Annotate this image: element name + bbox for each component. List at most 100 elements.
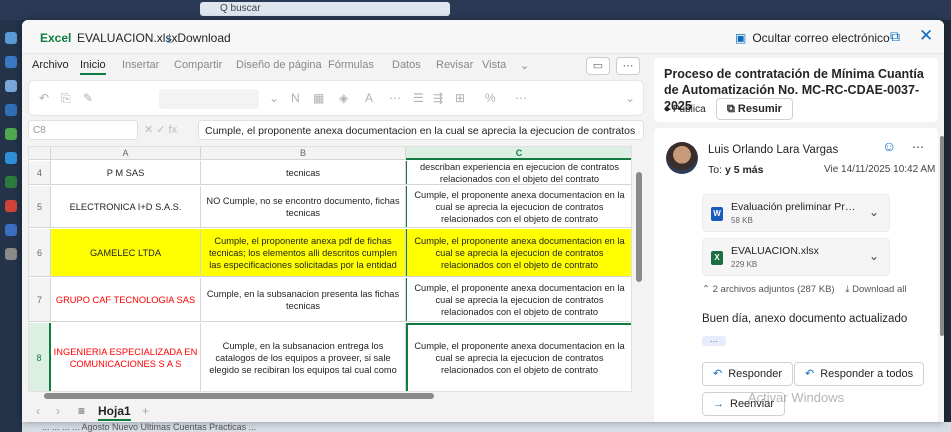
menu-archivo[interactable]: Archivo (32, 59, 69, 71)
chevron-down-icon[interactable]: ⌄ (520, 59, 529, 72)
cell-a[interactable]: P M SAS (51, 161, 201, 184)
close-icon[interactable]: ✕ (919, 26, 933, 46)
popout-icon[interactable]: ⧉ (890, 28, 900, 45)
align-icon[interactable]: ☰ (413, 91, 424, 105)
spreadsheet-grid[interactable]: A B C 4 P M SAS tecnicas describan exper… (28, 146, 632, 392)
show-trimmed-button[interactable]: … (702, 335, 726, 346)
cell-b[interactable]: Cumple, el proponente anexa pdf de ficha… (201, 229, 406, 276)
chevron-down-icon[interactable]: ⌄ (869, 249, 879, 263)
word-file-icon: W (711, 207, 723, 221)
ribbon-collapse-icon[interactable]: ⌄ (625, 91, 635, 105)
hide-email-button[interactable]: ▣ Ocultar correo electrónico (735, 31, 890, 45)
avatar[interactable] (666, 142, 698, 174)
row-number[interactable]: 4 (29, 161, 51, 184)
download-all-button[interactable]: ⤓ Download all (845, 284, 906, 295)
cell-c[interactable]: describan experiencia en ejecucion de co… (406, 161, 631, 184)
font-size-chevron-icon[interactable]: ⌄ (269, 91, 279, 105)
name-box[interactable]: C8 (28, 120, 138, 140)
todo-icon[interactable] (5, 104, 17, 116)
row-number[interactable]: 5 (29, 186, 51, 227)
fill-color-icon[interactable]: ◈ (339, 91, 348, 105)
mail-scrollbar[interactable] (940, 132, 944, 422)
scroll-thumb[interactable] (636, 172, 642, 282)
row-number[interactable]: 7 (29, 278, 51, 321)
comments-icon[interactable]: ▭ (586, 57, 610, 75)
sender-name[interactable]: Luis Orlando Lara Vargas (708, 144, 838, 156)
chevron-down-icon[interactable]: ⌄ (869, 205, 879, 219)
next-sheet-icon[interactable]: › (56, 404, 60, 418)
cell-a[interactable]: GRUPO CAF TECNOLOGIA SAS (51, 278, 201, 321)
download-button[interactable]: ⤓ Download (167, 31, 231, 46)
font-color-icon[interactable]: A (365, 91, 373, 105)
attachment-size: 58 KB (731, 216, 753, 225)
cell-b[interactable]: tecnicas (201, 161, 406, 184)
cell-b[interactable]: Cumple, en la subsanacion entrega los ca… (201, 323, 406, 391)
sheet-list-icon[interactable]: ≡ (78, 404, 85, 418)
scroll-thumb[interactable] (940, 136, 944, 336)
add-sheet-icon[interactable]: + (142, 404, 149, 418)
cell-c[interactable]: Cumple, el proponente anexa documentacio… (406, 278, 631, 321)
global-search-input[interactable]: Q buscar (200, 2, 450, 16)
number-format-icon[interactable]: % (485, 91, 496, 105)
more-actions-icon[interactable]: ⋯ (912, 140, 924, 154)
format-painter-icon[interactable]: ✎ (83, 91, 93, 105)
row-number[interactable]: 6 (29, 229, 51, 276)
column-header-b[interactable]: B (201, 147, 406, 160)
attachment-card[interactable]: W Evaluación preliminar Proces... 58 KB … (702, 194, 890, 232)
font-selector[interactable] (159, 89, 259, 109)
menu-inicio[interactable]: Inicio (80, 59, 106, 75)
more-options-icon[interactable]: ⋯ (616, 57, 640, 75)
menu-formulas[interactable]: Fórmulas (328, 59, 374, 71)
row-number[interactable]: 8 (29, 323, 51, 391)
corner-cell[interactable] (29, 147, 51, 160)
calendar-icon[interactable] (5, 56, 17, 68)
scroll-thumb[interactable] (44, 393, 434, 399)
menu-compartir[interactable]: Compartir (174, 59, 222, 71)
vertical-scrollbar[interactable] (634, 146, 644, 392)
summarize-button[interactable]: ⧉ Resumir (716, 98, 793, 120)
horizontal-scrollbar[interactable] (28, 392, 632, 400)
reply-button[interactable]: ↶ Responder (702, 362, 794, 386)
sheets-app-icon[interactable] (5, 176, 17, 188)
apps-icon[interactable] (5, 248, 17, 260)
menu-revisar[interactable]: Revisar (436, 59, 473, 71)
people-icon[interactable] (5, 80, 17, 92)
borders-icon[interactable]: ▦ (313, 91, 324, 105)
attachment-card[interactable]: X EVALUACION.xlsx 229 KB ⌄ (702, 238, 890, 276)
email-pane: Proceso de contratación de Mínima Cuantí… (650, 54, 944, 422)
bold-icon[interactable]: N (291, 91, 300, 105)
ribbon-more-icon[interactable]: ⋯ (515, 91, 527, 105)
menu-vista[interactable]: Vista (482, 59, 506, 71)
menu-diseno[interactable]: Diseño de página (236, 59, 322, 71)
word-app-icon[interactable] (5, 224, 17, 236)
mail-icon[interactable] (5, 32, 17, 44)
wrap-icon[interactable]: ⇶ (433, 91, 443, 105)
cell-b[interactable]: Cumple, en la subsanacion presenta las f… (201, 278, 406, 321)
prev-sheet-icon[interactable]: ‹ (36, 404, 40, 418)
powerpoint-app-icon[interactable] (5, 200, 17, 212)
excel-app-icon[interactable] (5, 128, 17, 140)
more-format-icon[interactable]: ⋯ (389, 91, 401, 105)
clipboard-icon[interactable]: ⎘ (61, 91, 71, 106)
column-header-a[interactable]: A (51, 147, 201, 160)
cell-a[interactable]: GAMELEC LTDA (51, 229, 201, 276)
cell-c[interactable]: Cumple, el proponente anexa documentacio… (406, 229, 631, 276)
undo-icon[interactable]: ↶ (39, 91, 49, 105)
sheet-tab-hoja1[interactable]: Hoja1 (98, 404, 131, 421)
smiley-icon[interactable]: ☺ (882, 138, 896, 154)
menu-insertar[interactable]: Insertar (122, 59, 159, 71)
attachments-summary: ⌃ 2 archivos adjuntos (287 KB) ⤓ Downloa… (702, 284, 907, 295)
cell-c-selected[interactable]: Cumple, el proponente anexa documentacio… (406, 323, 631, 391)
cell-a[interactable]: ELECTRONICA I+D S.A.S. (51, 186, 201, 227)
formula-input[interactable]: Cumple, el proponente anexa documentacio… (198, 120, 644, 140)
reply-all-button[interactable]: ↶ Responder a todos (794, 362, 925, 386)
collapse-icon[interactable]: ⌃ (702, 284, 710, 295)
onedrive-icon[interactable] (5, 152, 17, 164)
cell-a[interactable]: INGENIERIA ESPECIALIZADA EN COMUNICACION… (51, 323, 201, 391)
column-header-c[interactable]: C (406, 147, 631, 160)
merge-icon[interactable]: ⊞ (455, 91, 465, 105)
menu-datos[interactable]: Datos (392, 59, 421, 71)
cell-b[interactable]: NO Cumple, no se encontro documento, fic… (201, 186, 406, 227)
recipients[interactable]: To: y 5 más (708, 164, 763, 176)
cell-c[interactable]: Cumple, el proponente anexa documentacio… (406, 186, 631, 227)
